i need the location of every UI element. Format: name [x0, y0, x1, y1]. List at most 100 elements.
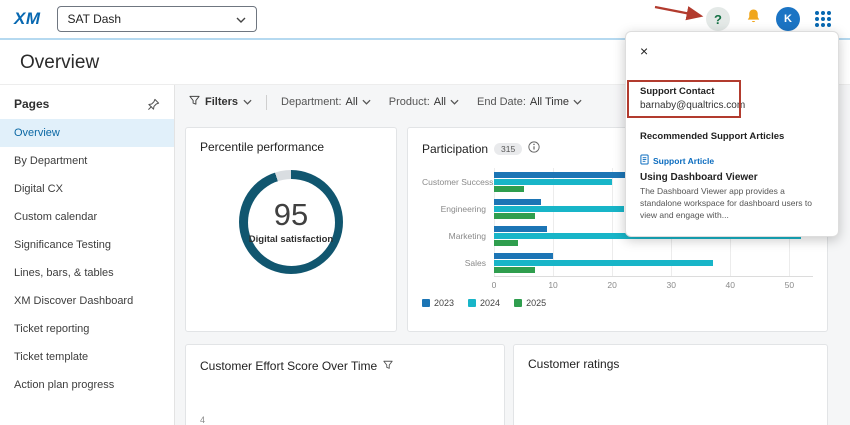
x-tick: 40 [725, 280, 736, 290]
sidebar-item-digital-cx[interactable]: Digital CX [0, 175, 174, 203]
recommended-articles-heading: Recommended Support Articles [640, 131, 785, 142]
widget-title: Participation [422, 142, 489, 156]
bell-icon [745, 8, 762, 30]
participation-x-axis: 0 10 20 30 40 50 [491, 276, 813, 292]
apps-grid-icon [815, 11, 831, 27]
customer-effort-widget: Customer Effort Score Over Time 4 [185, 344, 505, 425]
bar-2025[interactable] [494, 185, 524, 192]
category-label: Customer Success [422, 176, 494, 187]
filters-label: Filters [205, 96, 239, 108]
x-tick: 50 [784, 280, 795, 290]
bar-2025[interactable] [494, 239, 518, 246]
bar-2024[interactable] [494, 178, 613, 185]
support-contact-label: Support Contact [640, 86, 715, 97]
sidebar-item-ticket-template[interactable]: Ticket template [0, 343, 174, 371]
avatar-initial: K [784, 13, 792, 25]
filter-dropdown-end-date-[interactable]: End Date: All Time [477, 96, 582, 108]
support-article-tag[interactable]: Support Article [640, 154, 824, 167]
widget-title: Customer ratings [528, 357, 620, 371]
customer-ratings-widget: Customer ratings [513, 344, 828, 425]
y-axis-tick: 4 [200, 415, 206, 425]
legend-label: 2023 [434, 298, 455, 308]
filter-value: All [345, 96, 358, 108]
legend-swatch [422, 299, 430, 307]
support-contact-email[interactable]: barnaby@qualtrics.com [640, 100, 824, 111]
filter-label: End Date: [476, 96, 526, 108]
filter-value: All Time [529, 96, 570, 108]
apps-grid-button[interactable] [810, 6, 836, 32]
chart-row: Sales [422, 249, 813, 276]
gauge-caption: Digital satisfaction [248, 234, 334, 245]
legend-item-2023[interactable]: 2023 [422, 298, 454, 308]
response-count-badge: 315 [494, 143, 523, 155]
filter-label: Product: [388, 96, 430, 108]
filter-dropdown-department-[interactable]: Department: All [281, 96, 371, 108]
chevron-down-icon [573, 96, 582, 108]
filter-label: Department: [281, 96, 342, 108]
pages-heading: Pages [14, 97, 50, 111]
notifications-button[interactable] [740, 6, 766, 32]
sidebar-item-xm-discover-dashboard[interactable]: XM Discover Dashboard [0, 287, 174, 315]
x-tick: 30 [666, 280, 676, 290]
filter-value: All [433, 96, 446, 108]
category-label: Sales [464, 257, 486, 268]
avatar[interactable]: K [776, 7, 800, 31]
document-icon [640, 154, 649, 167]
sidebar: Pages Overview By Department Digital CX Cus… [0, 85, 175, 425]
x-tick: 0 [491, 280, 497, 290]
x-tick: 10 [548, 280, 558, 290]
legend-item-2024[interactable]: 2024 [468, 298, 500, 308]
legend-swatch [514, 299, 523, 307]
funnel-icon[interactable] [383, 357, 393, 375]
bar-2025[interactable] [494, 212, 536, 219]
help-button[interactable]: ? [706, 7, 730, 31]
close-icon[interactable]: × [640, 44, 654, 58]
legend-swatch [468, 299, 477, 307]
gauge-value: 95 [273, 197, 309, 232]
chevron-down-icon [236, 12, 246, 26]
participation-legend: 2023 2024 2025 [422, 298, 813, 308]
bar-2024[interactable] [494, 205, 624, 212]
chevron-down-icon [362, 96, 371, 108]
legend-label: 2024 [480, 298, 501, 308]
bar-2023[interactable] [494, 225, 548, 232]
article-description: The Dashboard Viewer app provides a stan… [640, 186, 812, 220]
chevron-down-icon [243, 96, 252, 108]
bar-2025[interactable] [494, 266, 536, 273]
sidebar-header: Pages [0, 89, 174, 119]
sidebar-item-significance-testing[interactable]: Significance Testing [0, 231, 174, 259]
filter-dropdown-list: Department: All Product: All End Date: All Ti… [281, 96, 582, 108]
info-icon[interactable] [528, 140, 540, 158]
question-mark-icon: ? [714, 11, 722, 27]
sidebar-item-custom-calendar[interactable]: Custom calendar [0, 203, 174, 231]
widget-title: Customer Effort Score Over Time [200, 359, 378, 373]
x-tick: 20 [607, 280, 617, 290]
dashboard-selector[interactable]: SAT Dash [56, 6, 257, 32]
unpin-sidebar-icon[interactable] [147, 98, 160, 111]
dashboard-selector-value: SAT Dash [67, 12, 122, 26]
legend-item-2025[interactable]: 2025 [514, 298, 546, 308]
filter-dropdown-product-[interactable]: Product: All [389, 96, 459, 108]
category-label: Engineering [440, 203, 486, 214]
help-popover: × Support Contact barnaby@qualtrics.com … [625, 31, 839, 237]
xm-logo: XM [14, 9, 41, 28]
filters-toggle[interactable]: Filters [189, 95, 252, 109]
sidebar-item-lines-bars-tables[interactable]: Lines, bars, & tables [0, 259, 174, 287]
sidebar-item-by-department[interactable]: By Department [0, 147, 174, 175]
sidebar-item-ticket-reporting[interactable]: Ticket reporting [0, 315, 174, 343]
widget-title: Percentile performance [200, 140, 325, 154]
bar-2024[interactable] [494, 259, 713, 266]
percentile-gauge: 95 Digital satisfaction [239, 170, 343, 274]
sidebar-item-overview[interactable]: Overview [0, 119, 174, 147]
bar-2023[interactable] [494, 252, 554, 259]
legend-label: 2025 [526, 298, 547, 308]
funnel-icon [189, 95, 200, 109]
divider [266, 94, 268, 110]
percentile-performance-widget: Percentile performance 95 Digital satisf… [185, 127, 397, 332]
bar-2023[interactable] [494, 198, 542, 205]
support-article-tag-label: Support Article [653, 155, 715, 166]
sidebar-item-action-plan-progress[interactable]: Action plan progress [0, 371, 174, 399]
chevron-down-icon [450, 96, 459, 108]
category-label: Marketing [448, 230, 486, 241]
article-title[interactable]: Using Dashboard Viewer [640, 172, 824, 183]
